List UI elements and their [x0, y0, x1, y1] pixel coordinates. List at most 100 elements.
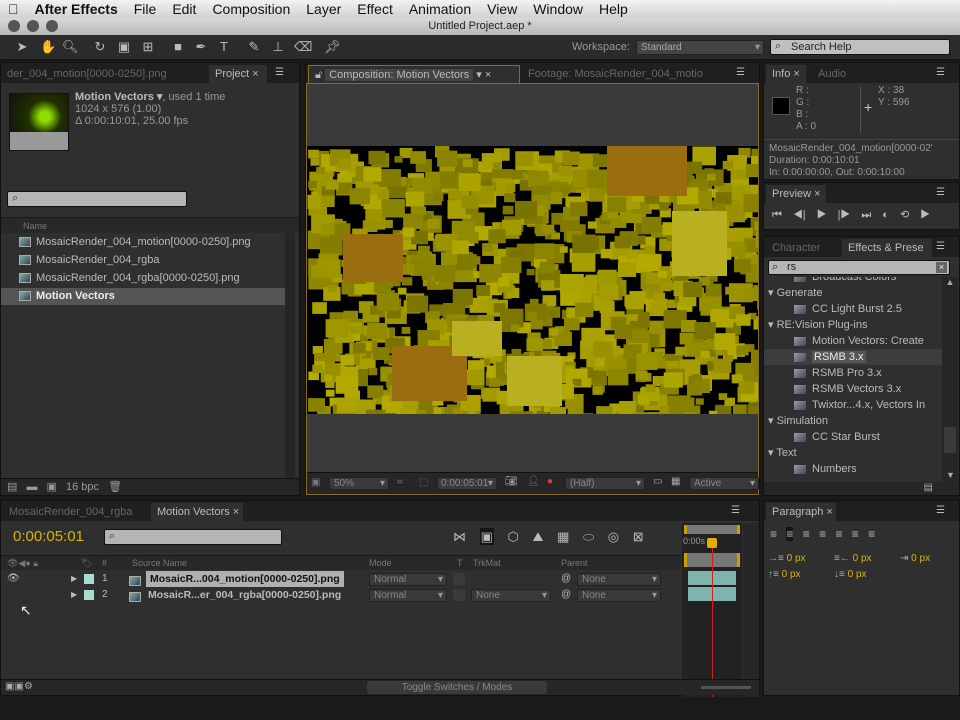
effect-category[interactable]: ▾ Generate — [764, 285, 942, 301]
preserve-transparency-checkbox[interactable] — [453, 573, 465, 585]
column-name-header[interactable]: Name — [1, 217, 299, 233]
tab-timeline-motion-vectors[interactable]: Motion Vectors × — [151, 503, 243, 521]
tab-effects-presets[interactable]: Effects & Prese — [842, 239, 932, 257]
last-frame-icon[interactable]: ⏭ — [861, 209, 871, 221]
panel-menu-icon[interactable]: ☰ — [936, 241, 945, 252]
column-number[interactable]: # — [102, 556, 107, 571]
mute-audio-icon[interactable]: ◐ — [882, 209, 889, 221]
transparency-grid-icon[interactable]: ⬚ — [419, 477, 428, 488]
panel-menu-icon[interactable]: ☰ — [936, 505, 945, 516]
apple-icon[interactable]:  — [0, 1, 27, 17]
comp-mini-flowchart-icon[interactable]: ⋈ — [453, 529, 466, 544]
blend-mode-dropdown[interactable]: Normal — [369, 589, 447, 602]
menu-help[interactable]: Help — [591, 1, 636, 17]
layer-row[interactable]: 👁︎ ▶ 1 MosaicR...004_motion[0000-0250].png N… — [1, 571, 681, 587]
tab-preview[interactable]: Preview × — [766, 185, 826, 203]
timeline-search-input[interactable]: ⌕ — [104, 529, 282, 545]
rectangle-tool-icon[interactable]: ■ — [170, 39, 186, 55]
panel-menu-icon[interactable]: ☰ — [936, 187, 945, 198]
menu-file[interactable]: File — [126, 1, 165, 17]
justify-all-icon[interactable]: ≡ — [868, 527, 875, 541]
layer-name[interactable]: MosaicR...004_motion[0000-0250].png — [146, 571, 344, 587]
pan-behind-tool-icon[interactable]: ⊞ — [140, 39, 156, 55]
playhead[interactable] — [712, 539, 713, 697]
label-color-swatch[interactable] — [84, 590, 94, 600]
tab-composition[interactable]: 🔓︎ Composition: Motion Vectors ▾ × — [308, 65, 520, 83]
project-item[interactable]: MosaicRender_004_motion[0000-0250].png — [1, 234, 287, 251]
tab-timeline-rgba[interactable]: MosaicRender_004_rgba — [3, 503, 143, 521]
minimize-window-button[interactable] — [27, 20, 39, 32]
disclosure-triangle-icon[interactable]: ▾ — [768, 319, 777, 331]
menu-window[interactable]: Window — [525, 1, 591, 17]
tab-info[interactable]: Info × — [766, 65, 806, 83]
label-color-swatch[interactable] — [84, 574, 94, 584]
show-snapshot-icon[interactable]: 👤︎ — [527, 476, 540, 487]
effect-item[interactable]: Twixtor...4.x, Vectors In — [764, 397, 942, 413]
panel-menu-icon[interactable]: ☰ — [936, 67, 945, 78]
camera-view-dropdown[interactable]: Active Camera — [689, 477, 759, 490]
brainstorm-icon[interactable]: ◎ — [608, 529, 619, 544]
effect-category[interactable]: ▾ RE:Vision Plug-ins — [764, 317, 942, 333]
zoom-slider[interactable] — [701, 686, 751, 689]
column-source-name[interactable]: Source Name — [132, 556, 187, 571]
expand-layer-icon[interactable]: ▶ — [71, 571, 77, 587]
composition-frame[interactable] — [307, 146, 758, 414]
menu-layer[interactable]: Layer — [298, 1, 349, 17]
align-left-icon[interactable]: ≡ — [770, 527, 777, 541]
menu-edit[interactable]: Edit — [164, 1, 204, 17]
menu-effect[interactable]: Effect — [349, 1, 401, 17]
project-item-selected[interactable]: Motion Vectors — [1, 288, 287, 305]
effect-item[interactable]: CC Star Burst — [764, 429, 942, 445]
effect-item[interactable]: Numbers — [764, 461, 942, 477]
effects-scrollbar[interactable]: ▲ ▼ — [942, 277, 958, 482]
new-preset-icon[interactable]: ▤ — [924, 482, 933, 493]
new-comp-icon[interactable]: ▣ — [47, 481, 57, 493]
fast-previews-icon[interactable]: ▭ — [653, 476, 662, 487]
pick-whip-icon[interactable]: @ — [561, 571, 571, 587]
scroll-up-icon[interactable]: ▲ — [942, 277, 958, 287]
expand-layer-icon[interactable]: ▶ — [71, 587, 77, 603]
column-t[interactable]: T — [457, 556, 463, 571]
toggle-panes-icons[interactable]: ▣▣⚙ — [5, 681, 33, 692]
align-center-icon[interactable]: ≡ — [786, 527, 794, 541]
checkerboard-icon[interactable]: ▦ — [671, 476, 680, 487]
column-parent[interactable]: Parent — [561, 556, 588, 571]
zoom-window-button[interactable] — [46, 20, 58, 32]
channels-icon[interactable]: ● — [547, 476, 553, 487]
parent-dropdown[interactable]: None — [577, 573, 661, 586]
effect-item[interactable]: Broadcast Colors — [764, 277, 942, 285]
previous-frame-icon[interactable]: ◀| — [793, 209, 806, 221]
effect-item[interactable]: RSMB 3.x — [764, 349, 942, 365]
frame-blending-icon[interactable]: ⛰ — [533, 529, 544, 544]
resolution-dropdown[interactable]: (Half) — [565, 477, 645, 490]
layer-row[interactable]: ▶ 2 MosaicR...er_004_rgba[0000-0250].png No… — [1, 587, 681, 603]
justify-center-icon[interactable]: ≡ — [835, 527, 842, 541]
tab-character[interactable]: Character — [766, 239, 836, 257]
project-scrollbar[interactable] — [285, 233, 295, 478]
menu-composition[interactable]: Composition — [204, 1, 298, 17]
project-item[interactable]: MosaicRender_004_rgba[0000-0250].png — [1, 270, 287, 287]
puppet-pin-tool-icon[interactable]: 📌︎ — [324, 39, 341, 55]
eraser-tool-icon[interactable]: ⌫ — [294, 39, 312, 55]
effect-item[interactable]: RSMB Vectors 3.x — [764, 381, 942, 397]
time-graph[interactable]: 0:00s — [682, 523, 742, 697]
interpret-footage-icon[interactable]: ▤ — [7, 481, 17, 493]
column-mode[interactable]: Mode — [369, 556, 392, 571]
pick-whip-icon[interactable]: @ — [561, 587, 571, 603]
space-after[interactable]: ↓≡ 0 px — [834, 569, 867, 580]
motion-blur-icon[interactable]: ▦ — [557, 529, 569, 544]
tab-paragraph[interactable]: Paragraph × — [766, 503, 836, 521]
first-line-indent[interactable]: ⇥ 0 px — [900, 553, 930, 564]
effect-item[interactable]: Motion Vectors: Create — [764, 333, 942, 349]
effect-item[interactable]: RSMB Pro 3.x — [764, 365, 942, 381]
tab-footage-source[interactable]: der_004_motion[0000-0250].png — [1, 65, 201, 83]
layer-name[interactable]: MosaicR...er_004_rgba[0000-0250].png — [146, 587, 343, 603]
align-right-icon[interactable]: ≡ — [803, 527, 810, 541]
track-matte-dropdown[interactable]: None — [471, 589, 551, 602]
blend-mode-dropdown[interactable]: Normal — [369, 573, 447, 586]
search-help-input[interactable]: Search Help — [770, 39, 950, 55]
ram-preview-icon[interactable]: ▶ — [920, 209, 930, 221]
loop-icon[interactable]: ⟲ — [900, 209, 909, 221]
clear-search-button[interactable]: × — [936, 262, 947, 273]
close-window-button[interactable] — [8, 20, 20, 32]
